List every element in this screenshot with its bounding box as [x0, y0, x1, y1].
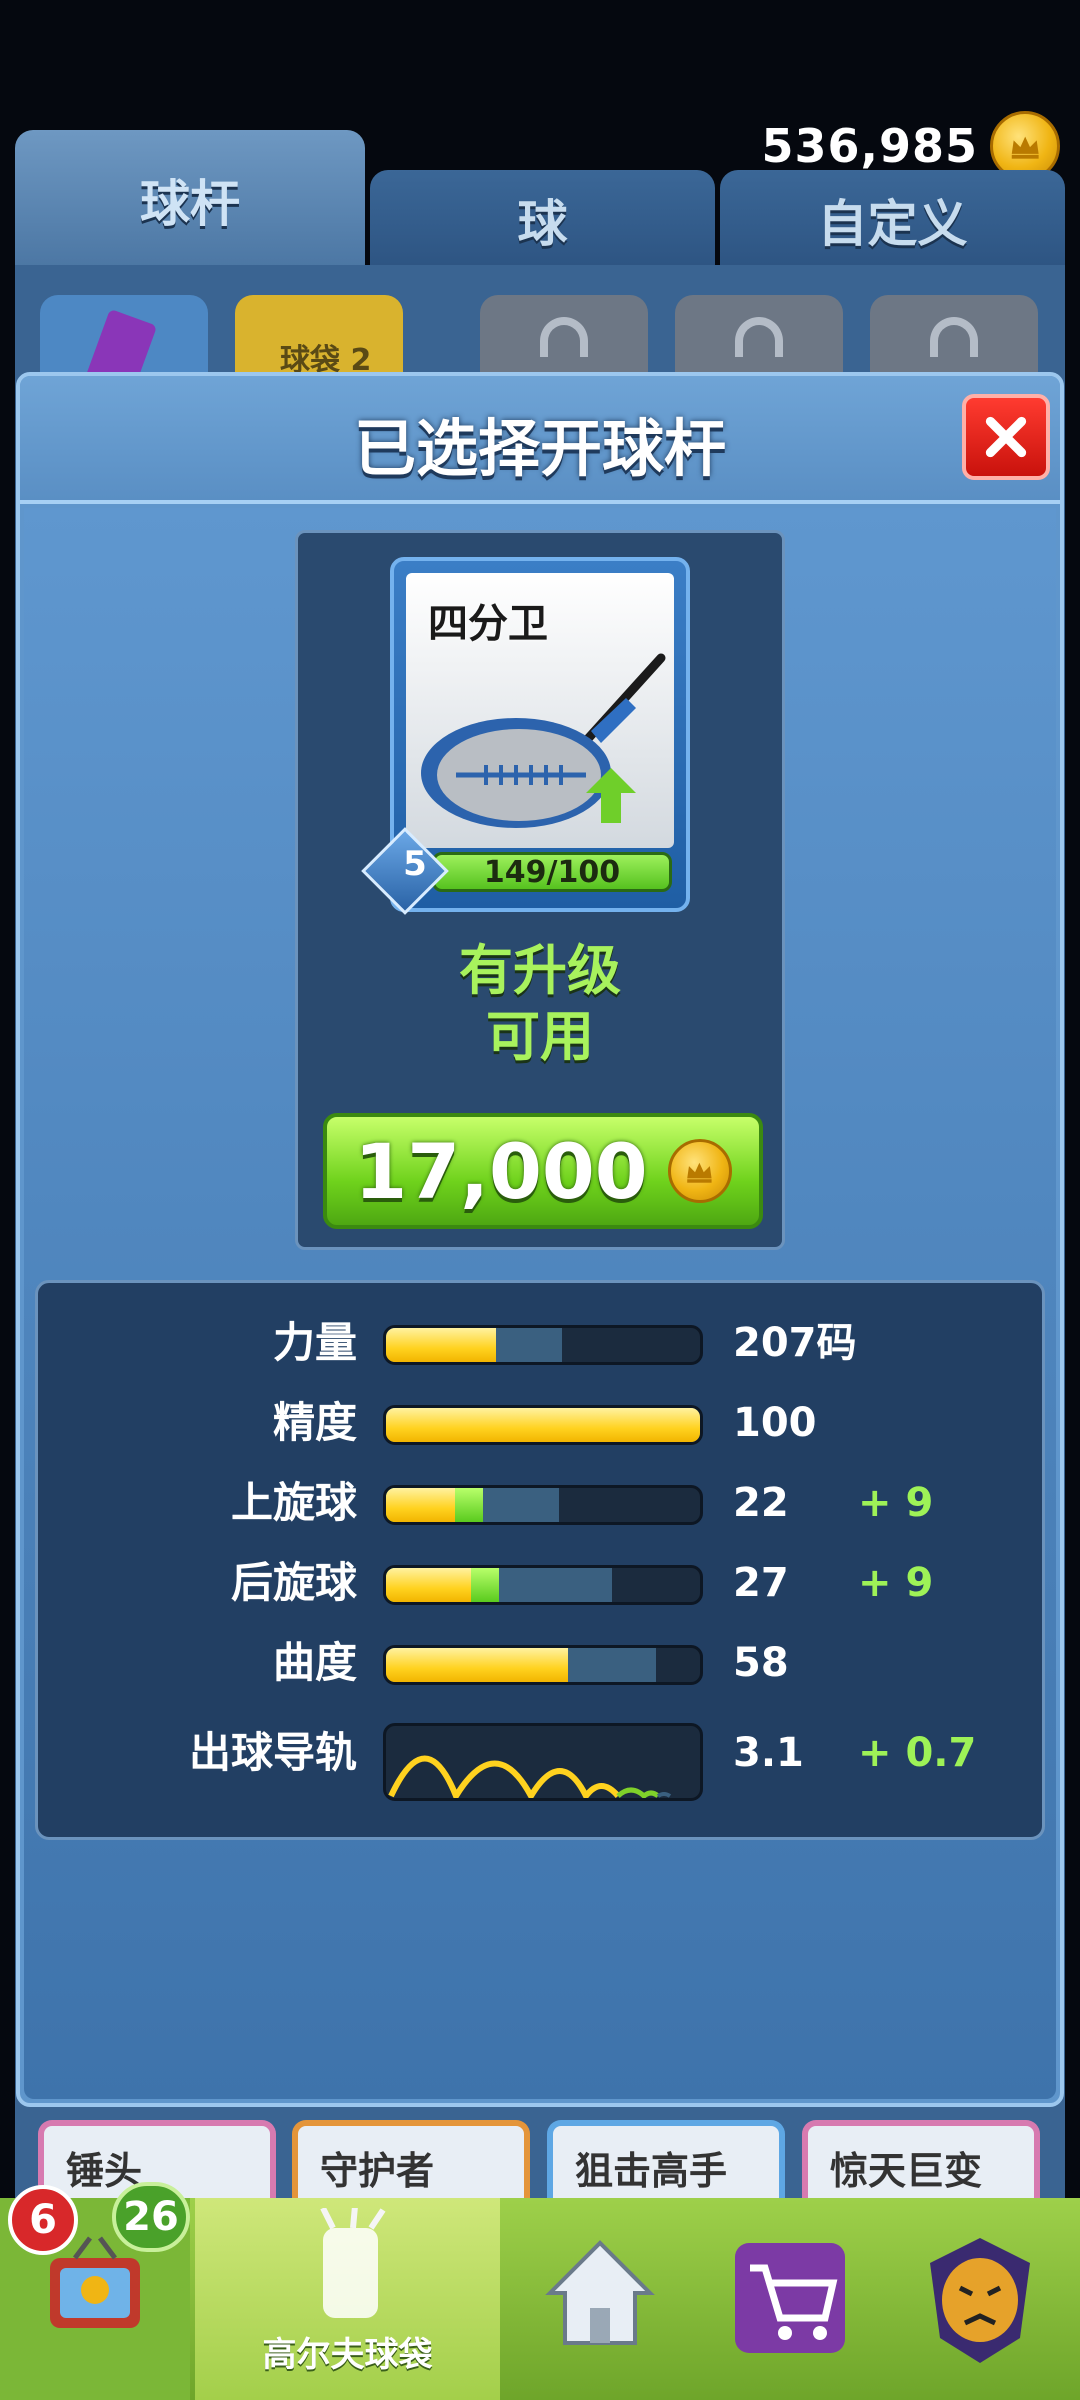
stat-label: 上旋球: [230, 1478, 357, 1527]
nav-golf-bag[interactable]: 高尔夫球袋: [195, 2198, 500, 2400]
stat-label: 出球导轨: [188, 1728, 357, 1777]
club-card-image-area: 四分卫: [406, 573, 674, 848]
club-card[interactable]: 四分卫 149/100 5: [361, 557, 690, 915]
upgrade-text-line1: 有升级: [459, 939, 621, 1002]
notification-badge: 6: [8, 2185, 78, 2255]
curve-bar: [383, 1645, 703, 1685]
topspin-bar: [383, 1485, 703, 1525]
lock-icon: [540, 317, 588, 357]
power-bar: [383, 1325, 703, 1365]
upgrade-button[interactable]: 17,000: [323, 1113, 763, 1229]
notification-badge: 26: [112, 2182, 190, 2252]
stat-value: 27: [733, 1560, 789, 1606]
bar-fill: [386, 1408, 700, 1442]
club-card-panel: 四分卫 149/100 5 有升级 可用 17,000: [295, 530, 785, 1250]
stat-value: 100: [733, 1400, 817, 1446]
stat-value: 207码: [733, 1320, 857, 1366]
lock-icon: [735, 317, 783, 357]
shopping-cart-icon: [735, 2243, 845, 2353]
stat-value: 22: [733, 1480, 789, 1526]
stat-row-power: 力量 207码: [38, 1313, 1042, 1373]
category-tabs: 球杆 球 自定义: [15, 130, 1065, 270]
bar-fill: [386, 1648, 569, 1682]
bar-fill: [386, 1488, 456, 1522]
club-name: 四分卫: [428, 601, 548, 647]
stat-row-guide: 出球导轨 3.1 + 0.7: [38, 1723, 1042, 1801]
accuracy-bar: [383, 1405, 703, 1445]
modal-header: 已选择开球杆: [20, 376, 1060, 504]
lock-icon: [930, 317, 978, 357]
home-icon: [545, 2240, 655, 2345]
golf-bag-icon: [319, 2208, 385, 2318]
stat-bonus: + 0.7: [858, 1730, 977, 1776]
bar-fill: [386, 1328, 496, 1362]
stat-row-accuracy: 精度 100: [38, 1393, 1042, 1453]
category-tab-cataclysm[interactable]: 惊天巨变: [802, 2120, 1040, 2210]
nav-home[interactable]: [505, 2198, 695, 2400]
tab-balls[interactable]: 球: [370, 170, 715, 270]
stat-value: 58: [733, 1640, 789, 1686]
close-icon: [985, 416, 1027, 458]
crown-coin-icon: [667, 1139, 732, 1203]
category-tab-sniper[interactable]: 狙击高手: [547, 2120, 785, 2210]
tab-customize[interactable]: 自定义: [720, 170, 1065, 270]
stat-label: 精度: [272, 1398, 357, 1447]
card-progress-bar: 149/100: [432, 852, 672, 892]
bar-fill: [386, 1568, 471, 1602]
upgrade-price: 17,000: [354, 1126, 648, 1216]
stats-panel: 力量 207码 精度 100 上旋球 22 + 9 后旋球 27 + 9 曲度 …: [35, 1280, 1045, 1840]
card-progress-text: 149/100: [483, 854, 621, 890]
nav-shop[interactable]: [695, 2198, 885, 2400]
nav-club[interactable]: [885, 2198, 1075, 2400]
stat-row-curve: 曲度 58: [38, 1633, 1042, 1693]
upgrade-available-text: 有升级 可用: [298, 938, 782, 1070]
tiger-emblem-icon: [930, 2238, 1030, 2363]
stat-row-backspin: 后旋球 27 + 9: [38, 1553, 1042, 1613]
stat-bonus: + 9: [858, 1560, 934, 1606]
close-button[interactable]: [962, 394, 1050, 480]
stat-bonus: + 9: [858, 1480, 934, 1526]
guide-preview: [383, 1723, 703, 1801]
upgrade-text-line2: 可用: [486, 1005, 594, 1068]
stat-value: 3.1: [733, 1730, 804, 1776]
guide-trajectory-icon: [388, 1755, 672, 1798]
stat-label: 后旋球: [230, 1558, 357, 1607]
stat-row-topspin: 上旋球 22 + 9: [38, 1473, 1042, 1533]
football-driver-icon: [421, 653, 666, 828]
club-level: 5: [403, 844, 427, 884]
modal-title: 已选择开球杆: [353, 412, 726, 485]
backspin-bar: [383, 1565, 703, 1605]
category-tab-guardian[interactable]: 守护者: [292, 2120, 530, 2210]
nav-golf-bag-label: 高尔夫球袋: [262, 2335, 433, 2375]
tab-clubs[interactable]: 球杆: [15, 130, 365, 270]
stat-label: 曲度: [272, 1638, 357, 1687]
stat-label: 力量: [272, 1318, 357, 1367]
